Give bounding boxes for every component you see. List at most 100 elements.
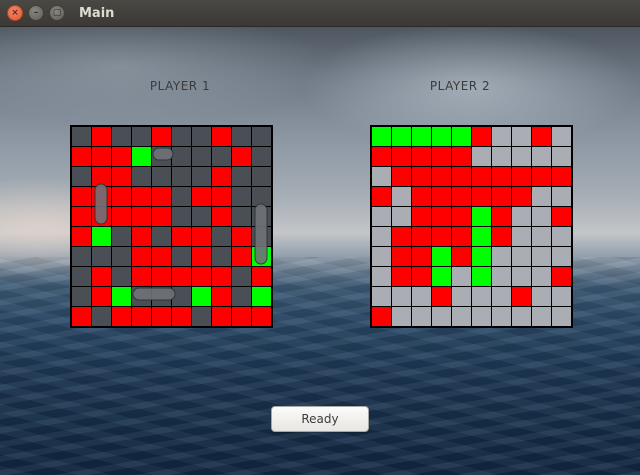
cell-water[interactable] <box>371 166 392 187</box>
cell-water[interactable] <box>91 246 112 267</box>
cell-sunk[interactable] <box>471 206 492 227</box>
cell-hit[interactable] <box>511 186 532 207</box>
cell-water[interactable] <box>251 186 272 207</box>
cell-hit[interactable] <box>91 126 112 147</box>
cell-water[interactable] <box>511 306 532 327</box>
cell-water[interactable] <box>211 246 232 267</box>
cell-water[interactable] <box>251 146 272 167</box>
cell-water[interactable] <box>511 226 532 247</box>
cell-hit[interactable] <box>391 146 412 167</box>
cell-water[interactable] <box>231 206 252 227</box>
cell-hit[interactable] <box>411 226 432 247</box>
cell-hit[interactable] <box>91 166 112 187</box>
cell-hit[interactable] <box>131 306 152 327</box>
cell-water[interactable] <box>431 306 452 327</box>
cell-hit[interactable] <box>431 186 452 207</box>
cell-water[interactable] <box>171 166 192 187</box>
cell-water[interactable] <box>391 206 412 227</box>
cell-water[interactable] <box>231 266 252 287</box>
cell-water[interactable] <box>391 186 412 207</box>
close-window-button[interactable]: × <box>7 5 23 21</box>
cell-sunk[interactable] <box>411 126 432 147</box>
cell-water[interactable] <box>131 166 152 187</box>
cell-hit[interactable] <box>211 306 232 327</box>
cell-hit[interactable] <box>131 186 152 207</box>
cell-water[interactable] <box>71 126 92 147</box>
cell-hit[interactable] <box>131 226 152 247</box>
cell-hit[interactable] <box>211 166 232 187</box>
cell-water[interactable] <box>551 306 572 327</box>
cell-hit[interactable] <box>411 246 432 267</box>
cell-water[interactable] <box>71 246 92 267</box>
cell-water[interactable] <box>71 166 92 187</box>
cell-sunk[interactable] <box>471 266 492 287</box>
cell-hit[interactable] <box>451 166 472 187</box>
cell-water[interactable] <box>411 286 432 307</box>
cell-water[interactable] <box>231 126 252 147</box>
cell-water[interactable] <box>111 226 132 247</box>
cell-water[interactable] <box>531 186 552 207</box>
cell-water[interactable] <box>531 146 552 167</box>
cell-hit[interactable] <box>151 186 172 207</box>
cell-hit[interactable] <box>151 266 172 287</box>
cell-water[interactable] <box>471 306 492 327</box>
cell-hit[interactable] <box>391 226 412 247</box>
cell-hit[interactable] <box>451 206 472 227</box>
cell-hit[interactable] <box>171 226 192 247</box>
cell-water[interactable] <box>531 226 552 247</box>
cell-water[interactable] <box>491 286 512 307</box>
cell-water[interactable] <box>111 266 132 287</box>
cell-water[interactable] <box>551 226 572 247</box>
cell-hit[interactable] <box>151 126 172 147</box>
cell-water[interactable] <box>111 246 132 267</box>
cell-sunk[interactable] <box>251 286 272 307</box>
cell-water[interactable] <box>511 126 532 147</box>
cell-sunk[interactable] <box>451 126 472 147</box>
cell-water[interactable] <box>491 266 512 287</box>
cell-water[interactable] <box>551 246 572 267</box>
cell-hit[interactable] <box>491 186 512 207</box>
cell-hit[interactable] <box>531 126 552 147</box>
cell-hit[interactable] <box>231 306 252 327</box>
cell-water[interactable] <box>531 266 552 287</box>
cell-water[interactable] <box>491 146 512 167</box>
cell-water[interactable] <box>191 146 212 167</box>
cell-hit[interactable] <box>231 146 252 167</box>
cell-water[interactable] <box>551 146 572 167</box>
cell-hit[interactable] <box>71 206 92 227</box>
cell-sunk[interactable] <box>431 246 452 267</box>
cell-water[interactable] <box>71 286 92 307</box>
cell-water[interactable] <box>171 126 192 147</box>
cell-hit[interactable] <box>431 226 452 247</box>
cell-water[interactable] <box>491 306 512 327</box>
cell-water[interactable] <box>371 266 392 287</box>
cell-hit[interactable] <box>111 146 132 167</box>
cell-water[interactable] <box>211 226 232 247</box>
cell-water[interactable] <box>471 286 492 307</box>
cell-hit[interactable] <box>71 306 92 327</box>
cell-hit[interactable] <box>251 306 272 327</box>
maximize-window-button[interactable]: ▢ <box>49 5 65 21</box>
cell-water[interactable] <box>371 226 392 247</box>
cell-water[interactable] <box>531 246 552 267</box>
cell-water[interactable] <box>551 286 572 307</box>
cell-hit[interactable] <box>391 246 412 267</box>
cell-hit[interactable] <box>111 186 132 207</box>
cell-water[interactable] <box>111 126 132 147</box>
cell-hit[interactable] <box>71 146 92 167</box>
cell-hit[interactable] <box>71 226 92 247</box>
cell-hit[interactable] <box>91 146 112 167</box>
cell-hit[interactable] <box>451 226 472 247</box>
cell-hit[interactable] <box>391 166 412 187</box>
cell-water[interactable] <box>531 306 552 327</box>
cell-sunk[interactable] <box>391 126 412 147</box>
cell-sunk[interactable] <box>471 246 492 267</box>
cell-water[interactable] <box>391 286 412 307</box>
cell-hit[interactable] <box>211 266 232 287</box>
cell-water[interactable] <box>491 246 512 267</box>
cell-hit[interactable] <box>491 166 512 187</box>
cell-sunk[interactable] <box>91 226 112 247</box>
minimize-window-button[interactable]: – <box>28 5 44 21</box>
cell-sunk[interactable] <box>111 286 132 307</box>
cell-hit[interactable] <box>151 246 172 267</box>
